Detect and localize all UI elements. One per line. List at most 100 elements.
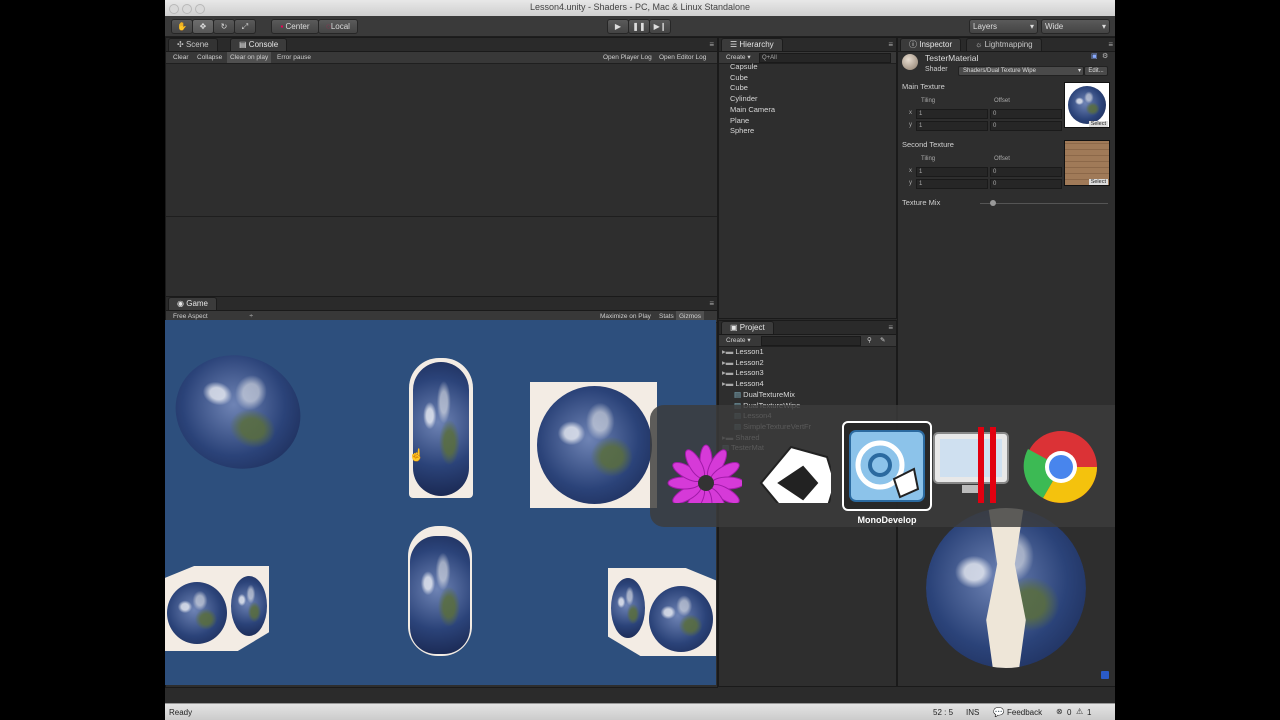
lightmap-icon: ☼ bbox=[975, 40, 983, 49]
main-tiling-x-field[interactable]: 1 bbox=[916, 109, 988, 119]
main-offset-y-field[interactable]: 0 bbox=[990, 121, 1062, 131]
tab-console[interactable]: ▤ Console bbox=[230, 38, 288, 51]
filter-by-type-icon[interactable]: ⚲ bbox=[864, 335, 875, 346]
hierarchy-item[interactable]: Cube bbox=[730, 83, 748, 92]
clear-button[interactable]: Clear bbox=[170, 52, 192, 63]
tab-inspector[interactable]: ⓘ Inspector bbox=[900, 38, 962, 51]
play-button[interactable]: ▶ bbox=[607, 19, 629, 34]
warning-icon: ⚠ bbox=[1076, 707, 1084, 716]
error-icon: ⊗ bbox=[1056, 707, 1063, 716]
app-flower[interactable] bbox=[664, 425, 745, 522]
hand-tool-button[interactable]: ✋ bbox=[171, 19, 193, 34]
hand-icon: ✋ bbox=[177, 22, 187, 31]
inspector-tabbar: ⓘ Inspector ☼ Lightmapping ≡ bbox=[898, 38, 1115, 52]
main-texture-select-button[interactable]: Select bbox=[1088, 121, 1108, 127]
material-preview-sphere[interactable] bbox=[926, 508, 1086, 668]
edit-shader-button[interactable]: Edit... bbox=[1084, 66, 1108, 76]
error-count[interactable]: 0 bbox=[1067, 708, 1071, 717]
hierarchy-item[interactable]: Capsule bbox=[730, 62, 758, 71]
panel-menu-icon[interactable]: ≡ bbox=[709, 40, 714, 49]
app-monodevelop[interactable]: MonoDevelop bbox=[842, 421, 932, 525]
clear-on-play-button[interactable]: Clear on play bbox=[227, 52, 272, 63]
rotate-tool-button[interactable]: ↻ bbox=[213, 19, 235, 34]
warning-count[interactable]: 1 bbox=[1087, 708, 1091, 717]
project-folder-item[interactable]: ▸▬ Lesson3 bbox=[722, 368, 764, 377]
tab-scene[interactable]: ✣ Scene bbox=[168, 38, 218, 51]
layout-dropdown[interactable]: Wide ▾ bbox=[1041, 19, 1110, 34]
project-folder-item[interactable]: ▸▬ Lesson2 bbox=[722, 358, 764, 367]
panel-menu-icon[interactable]: ≡ bbox=[888, 40, 893, 49]
gear-icon[interactable]: ⚙ bbox=[1102, 52, 1108, 60]
pivot-center-button[interactable]: ▪ Center bbox=[271, 19, 319, 34]
game-viewport[interactable]: ☝ bbox=[165, 320, 716, 685]
main-tiling-y-field[interactable]: 1 bbox=[916, 121, 988, 131]
project-create-button[interactable]: Create ▾ bbox=[723, 335, 754, 346]
error-pause-button[interactable]: Error pause bbox=[274, 52, 314, 63]
open-editor-log-button[interactable]: Open Editor Log bbox=[656, 52, 709, 63]
chevron-down-icon: ▾ bbox=[1077, 68, 1081, 74]
tab-lightmapping[interactable]: ☼ Lightmapping bbox=[966, 38, 1042, 51]
main-tiling-label: Tiling bbox=[921, 98, 936, 104]
step-button[interactable]: ▶❙ bbox=[649, 19, 671, 34]
project-search-input[interactable] bbox=[761, 336, 861, 346]
panel-menu-icon[interactable]: ≡ bbox=[888, 323, 893, 332]
hierarchy-item[interactable]: Main Camera bbox=[730, 105, 775, 114]
second-offset-y-field[interactable]: 0 bbox=[990, 179, 1062, 189]
hierarchy-search-input[interactable]: Q+All bbox=[759, 53, 891, 63]
hierarchy-icon: ☰ bbox=[730, 40, 738, 49]
hierarchy-item[interactable]: Cube bbox=[730, 73, 748, 82]
second-texture-slot[interactable]: Select bbox=[1064, 140, 1110, 186]
tab-game[interactable]: ◉ Game bbox=[168, 297, 218, 310]
second-tiling-y-field[interactable]: 1 bbox=[916, 179, 988, 189]
main-texture-slot[interactable]: Select bbox=[1064, 82, 1110, 128]
status-bar: Ready 52 : 5 INS 💬 Feedback ⊗ 0 ⚠ 1 bbox=[165, 703, 1115, 720]
pivot-icon: ▪ bbox=[280, 22, 284, 31]
sphere-object bbox=[165, 339, 316, 485]
project-folder-item[interactable]: ▸▬ Lesson1 bbox=[722, 347, 764, 356]
main-offset-x-field[interactable]: 0 bbox=[990, 109, 1062, 119]
texture-mix-slider-track[interactable] bbox=[980, 203, 1108, 204]
second-texture-label: Second Texture bbox=[902, 140, 954, 149]
hierarchy-item[interactable]: Sphere bbox=[730, 126, 754, 135]
app-display[interactable] bbox=[932, 425, 1010, 509]
tab-hierarchy[interactable]: ☰ Hierarchy bbox=[721, 38, 783, 51]
pause-button[interactable]: ❚❚ bbox=[628, 19, 650, 34]
space-local-button[interactable]: ◌Local bbox=[318, 19, 358, 34]
hierarchy-item[interactable]: Plane bbox=[730, 116, 749, 125]
collapse-button[interactable]: Collapse bbox=[194, 52, 225, 63]
scene-icon: ✣ bbox=[177, 40, 184, 49]
mouse-cursor-icon: ☝ bbox=[409, 448, 424, 462]
app-unity[interactable] bbox=[753, 425, 837, 521]
create-label: Create bbox=[726, 337, 746, 344]
tab-project[interactable]: ▣ Project bbox=[721, 321, 774, 334]
console-divider[interactable] bbox=[166, 216, 717, 217]
folder-icon: ▸▬ bbox=[722, 379, 736, 389]
tab-console-label: Console bbox=[248, 40, 279, 49]
open-player-log-button[interactable]: Open Player Log bbox=[600, 52, 655, 63]
rotate-icon: ↻ bbox=[220, 22, 228, 31]
preview-settings-icon[interactable] bbox=[1101, 671, 1109, 679]
second-x-label: x bbox=[909, 168, 912, 174]
tab-lightmapping-label: Lightmapping bbox=[984, 40, 1033, 49]
second-tiling-x-field[interactable]: 1 bbox=[916, 167, 988, 177]
hierarchy-item[interactable]: Cylinder bbox=[730, 94, 758, 103]
filter-by-label-icon[interactable]: ✎ bbox=[877, 335, 888, 346]
main-offset-label: Offset bbox=[994, 98, 1010, 104]
second-texture-select-button[interactable]: Select bbox=[1088, 179, 1108, 185]
project-icon: ▣ bbox=[730, 323, 738, 332]
shader-dropdown[interactable]: Shaders/Dual Texture Wipe ▾ bbox=[958, 66, 1084, 76]
console-tabbar: ✣ Scene ▤ Console ≡ bbox=[166, 38, 717, 52]
second-offset-x-field[interactable]: 0 bbox=[990, 167, 1062, 177]
app-chrome[interactable] bbox=[1022, 425, 1100, 503]
panel-menu-icon[interactable]: ≡ bbox=[1108, 40, 1113, 49]
panel-menu-icon[interactable]: ≡ bbox=[709, 299, 714, 308]
move-tool-button[interactable]: ✥ bbox=[192, 19, 214, 34]
layers-dropdown[interactable]: Layers ▾ bbox=[969, 19, 1038, 34]
project-asset-item[interactable]: ▤ DualTextureMix bbox=[734, 390, 795, 399]
scale-tool-button[interactable]: ⤢ bbox=[234, 19, 256, 34]
tab-inspector-label: Inspector bbox=[919, 40, 953, 49]
texture-mix-slider-thumb[interactable] bbox=[989, 200, 996, 206]
project-folder-item[interactable]: ▸▬ Lesson4 bbox=[722, 379, 764, 388]
material-help-icon[interactable]: ▣ bbox=[1091, 52, 1098, 60]
feedback-button[interactable]: Feedback bbox=[1007, 708, 1042, 717]
